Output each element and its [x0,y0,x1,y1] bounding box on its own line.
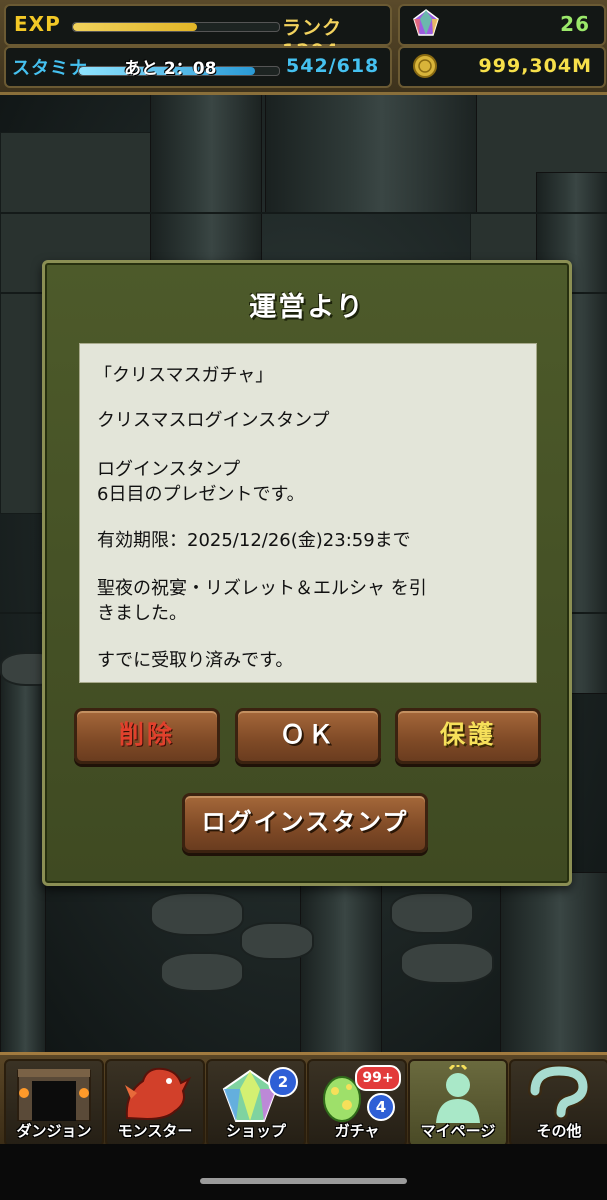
background-pillar [300,872,382,1052]
shop-badge: 2 [268,1067,298,1097]
floor-stone [400,942,494,984]
nav-label: モンスター [117,1122,193,1140]
message-line: すでに受取り済みです。 [97,650,294,671]
nav-label: ダンジョン [16,1122,92,1140]
exp-panel: EXP ランク1204 [4,4,392,62]
nav-label: マイページ [420,1122,496,1140]
dragon-icon [117,1063,193,1127]
ok-button[interactable]: ＯＫ [235,708,381,764]
nav-other[interactable]: その他 [509,1059,607,1147]
message-line: 「クリスマスガチャ」 [94,365,274,386]
dialog-title: 運営より [249,292,365,323]
dungeon-gate-icon [14,1065,94,1125]
gacha-badge-top: 99+ [355,1065,401,1091]
floor-stone [390,892,474,934]
brick-row [0,212,607,214]
delete-button[interactable]: 削除 [74,708,220,764]
magic-stone-panel[interactable]: 26 [398,4,606,46]
background-pillar [150,92,262,264]
message-line: きました。 [97,603,187,624]
background-pillar [0,672,46,1052]
message-dialog: 運営より 「クリスマスガチャ」 クリスマスログインスタンプ ログインスタンプ 6… [42,260,572,886]
message-line: 6日目のプレゼントです。 [97,484,305,505]
game-screen: EXP ランク1204 スタミナ あと 2：08 542/618 [0,0,607,1200]
nav-monster[interactable]: モンスター [105,1059,205,1147]
system-navigation-bar [0,1144,607,1200]
coin-icon [412,53,438,79]
login-stamp-button[interactable]: ログインスタンプ [182,793,428,853]
nav-label: ショップ [225,1122,286,1140]
exp-label: EXP [14,12,61,36]
background-pillar [265,92,477,214]
nav-shop[interactable]: 2 ショップ [206,1059,306,1147]
nav-dungeon[interactable]: ダンジョン [4,1059,104,1147]
message-line: ログインスタンプ [97,459,241,480]
magic-stone-icon [412,9,440,37]
protect-button[interactable]: 保護 [395,708,541,764]
exp-bar [72,22,280,32]
coin-amount: 999,304M [478,55,592,77]
floor-stone [160,952,244,992]
nav-label: その他 [536,1122,582,1140]
gacha-badge: 4 [367,1093,395,1121]
nav-label: ガチャ [334,1122,380,1140]
home-gesture-handle[interactable] [200,1178,407,1184]
stamina-value: 542/618 [286,55,380,77]
exp-bar-fill [73,23,197,31]
bottom-navigation: ダンジョン モンスター 2 ショップ 99+ 4 ガチャ マイページ その他 [0,1052,607,1147]
floor-stone [240,922,314,960]
stamina-label: スタミナ [12,58,88,79]
message-line: 聖夜の祝宴・リズレット＆エルシャ を引 [97,578,427,599]
stamina-panel: スタミナ あと 2：08 542/618 [4,46,392,88]
stamina-timer: あと 2：08 [124,59,217,79]
coin-panel: 999,304M [398,46,606,88]
nav-mypage[interactable]: マイページ [408,1059,508,1147]
background-pillar [500,872,607,1052]
message-body: 「クリスマスガチャ」 クリスマスログインスタンプ ログインスタンプ 6日目のプレ… [79,343,537,683]
message-line: クリスマスログインスタンプ [97,410,330,431]
magic-stone-count: 26 [560,12,590,36]
message-line: 有効期限：2025/12/26(金)23:59まで [97,530,411,551]
status-bar: EXP ランク1204 スタミナ あと 2：08 542/618 [0,0,607,95]
floor-stone [150,892,244,936]
question-icon [521,1063,597,1127]
nav-gacha[interactable]: 99+ 4 ガチャ [307,1059,407,1147]
